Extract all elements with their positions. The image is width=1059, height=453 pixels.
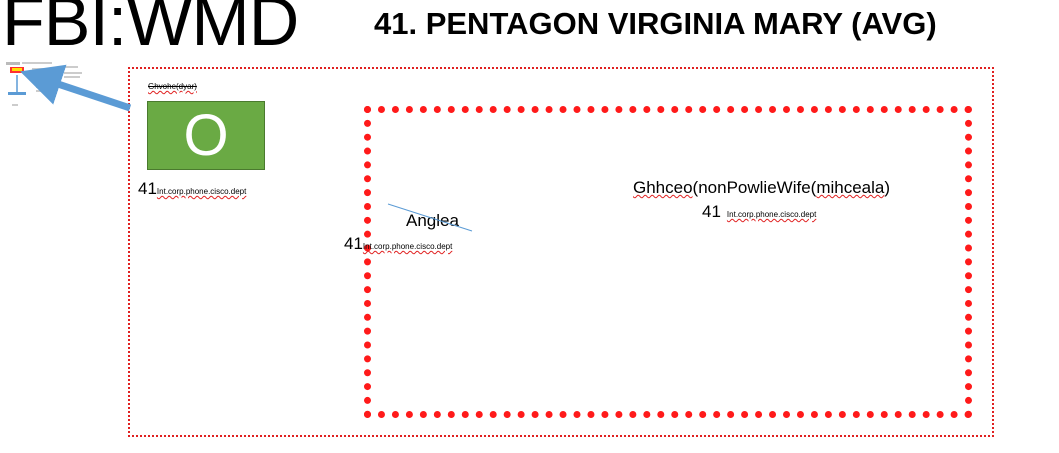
anglea-label: Anglea	[406, 211, 459, 230]
right-node-id: 41 Int.corp.phone.cisco.dept	[702, 202, 816, 222]
right-node-number: 41	[702, 202, 721, 221]
right-node-label: Ghhceo(nonPowlieWife(mihceala)	[633, 178, 891, 197]
thumbnail-preview	[6, 62, 82, 106]
node-label: Ghvohe(dyar)	[148, 82, 197, 91]
anglea-number: 41	[344, 234, 363, 253]
anglea-tag: Int.corp.phone.cisco.dept	[362, 242, 453, 251]
anglea-id: 41Int.corp.phone.cisco.dept	[344, 234, 452, 254]
node-tag: Int.corp.phone.cisco.dept	[156, 187, 247, 196]
right-node-tag: Int.corp.phone.cisco.dept	[726, 210, 817, 219]
page-title: 41. PENTAGON VIRGINIA MARY (AVG)	[374, 6, 937, 41]
node-number: 41	[138, 179, 157, 198]
node-id: 41Int.corp.phone.cisco.dept	[138, 179, 246, 199]
logo-text: FBI:WMD	[2, 0, 299, 60]
person-box: O	[147, 101, 265, 170]
inner-frame	[364, 106, 972, 418]
